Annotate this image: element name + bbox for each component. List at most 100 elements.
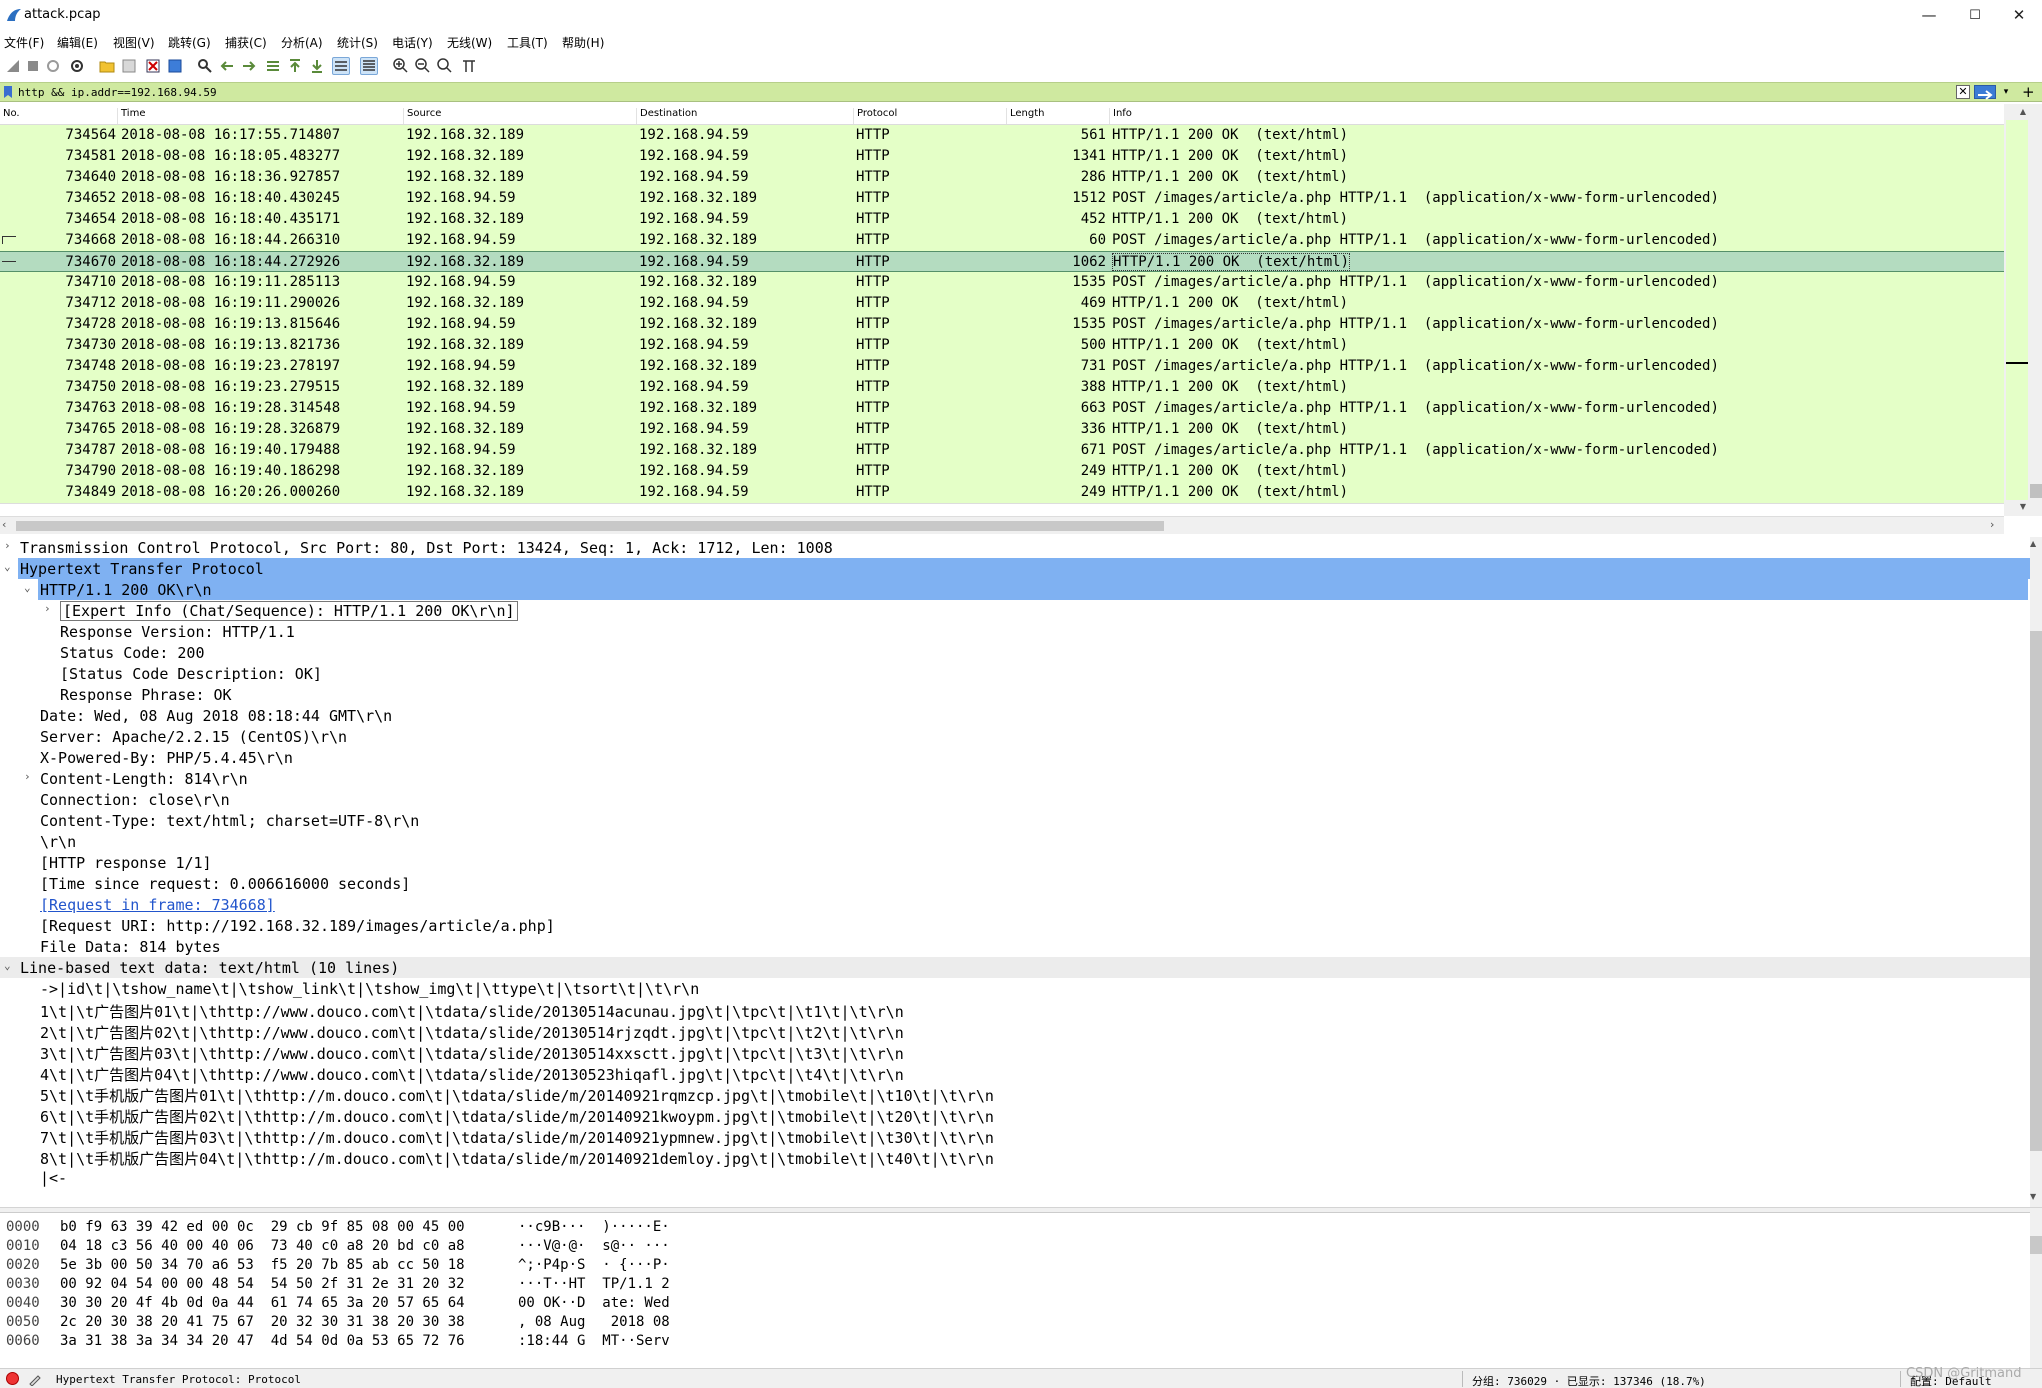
scroll-up-icon[interactable]: ▲ [2004,107,2042,117]
detail-field[interactable]: 2\t|\t广告图片02\t|\thttp://www.douco.com\t|… [0,1020,2030,1042]
packet-row[interactable]: 734581 2018-08-08 16:18:05.483277 192.168.… [0,146,2004,167]
close-file-icon[interactable] [144,57,162,75]
go-to-packet-icon[interactable] [264,57,282,75]
detail-field[interactable]: |<- [0,1167,2030,1188]
detail-field[interactable]: Server: Apache/2.2.15 (CentOS)\r\n [0,726,2030,747]
detail-field[interactable]: 6\t|\t手机版广告图片02\t|\thttp://m.douco.com\t… [0,1104,2030,1126]
column-header-protocol[interactable]: Protocol [853,108,897,124]
stop-capture-icon[interactable] [24,57,42,75]
hex-ascii[interactable]: ···V@·@· s@·· ··· [518,1238,670,1259]
menu-help[interactable]: 帮助(H) [562,34,604,51]
hex-ascii[interactable]: 00 OK··D ate: Wed [518,1295,670,1316]
filter-history-dropdown-icon[interactable]: ▾ [2000,85,2012,99]
detail-field[interactable]: [Status Code Description: OK] [0,663,2030,684]
packet-row[interactable]: 734728 2018-08-08 16:19:13.815646 192.168.… [0,314,2004,335]
hex-ascii[interactable]: :18:44 G MT··Serv [518,1333,670,1354]
normal-size-icon[interactable] [436,57,454,75]
expand-arrow-icon[interactable]: ⌄ [4,959,11,972]
hex-ascii[interactable]: ···T··HT TP/1.1 2 [518,1276,670,1297]
bytes-scroll-thumb[interactable] [2030,1236,2042,1254]
details-scroll-thumb[interactable] [2030,631,2042,1151]
detail-field[interactable]: ->|id\t|\tshow_name\t|\tshow_link\t|\tsh… [0,978,2030,999]
hex-offset[interactable]: 0050 [6,1314,40,1335]
menu-view[interactable]: 视图(V) [113,34,155,51]
hex-bytes[interactable]: 04 18 c3 56 40 00 40 06 73 40 c0 a8 20 b… [60,1238,465,1259]
scroll-left-icon[interactable]: ‹ [2,518,6,531]
detail-tree-node[interactable]: ⌄ Line-based text data: text/html (10 lin… [0,957,2030,978]
packet-row[interactable]: 734730 2018-08-08 16:19:13.821736 192.168.… [0,335,2004,356]
packet-row[interactable]: 734765 2018-08-08 16:19:28.326879 192.168.… [0,419,2004,440]
packet-row[interactable]: 734652 2018-08-08 16:18:40.430245 192.168.… [0,188,2004,209]
detail-field[interactable]: [HTTP response 1/1] [0,852,2030,873]
detail-field[interactable]: Response Phrase: OK [0,684,2030,705]
packet-minimap[interactable] [2006,120,2028,500]
first-packet-icon[interactable] [286,57,304,75]
packet-row[interactable]: 734668 2018-08-08 16:18:44.266310 192.168.… [0,230,2004,251]
hscroll-thumb[interactable] [16,521,1164,531]
menu-go[interactable]: 跳转(G) [168,34,211,51]
packet-row[interactable]: 734750 2018-08-08 16:19:23.279515 192.168.… [0,377,2004,398]
clear-filter-icon[interactable]: ✕ [1956,85,1970,99]
packet-list-hscrollbar[interactable]: ‹ › [0,516,2004,534]
start-capture-icon[interactable] [4,57,22,75]
detail-field[interactable]: Content-Type: text/html; charset=UTF-8\r… [0,810,2030,831]
detail-field[interactable]: Status Code: 200 [0,642,2030,663]
detail-field[interactable]: 4\t|\t广告图片04\t|\thttp://www.douco.com\t|… [0,1062,2030,1084]
hex-offset[interactable]: 0040 [6,1295,40,1316]
detail-field[interactable]: [Request URI: http://192.168.32.189/imag… [0,915,2030,936]
display-filter-input[interactable]: http && ip.addr==192.168.94.59 [18,86,217,99]
detail-field[interactable]: Connection: close\r\n [0,789,2030,810]
detail-field[interactable]: X-Powered-By: PHP/5.4.45\r\n [0,747,2030,768]
expert-info-icon[interactable] [6,1372,19,1385]
menu-tools[interactable]: 工具(T) [507,34,548,51]
hex-bytes[interactable]: 2c 20 30 38 20 41 75 67 20 32 30 31 38 2… [60,1314,465,1335]
find-packet-icon[interactable] [196,57,214,75]
edit-comment-icon[interactable] [28,1372,42,1386]
open-file-icon[interactable] [98,57,116,75]
detail-field[interactable]: 1\t|\t广告图片01\t|\thttp://www.douco.com\t|… [0,999,2030,1021]
detail-field[interactable]: 5\t|\t手机版广告图片01\t|\thttp://m.douco.com\t… [0,1083,2030,1105]
packet-row[interactable]: 734640 2018-08-08 16:18:36.927857 192.168.… [0,167,2004,188]
packet-row[interactable]: 734790 2018-08-08 16:19:40.186298 192.168.… [0,461,2004,482]
expand-arrow-icon[interactable]: ⌄ [24,581,31,594]
reload-file-icon[interactable] [166,57,184,75]
collapse-arrow-icon[interactable]: › [4,539,11,552]
hex-offset[interactable]: 0010 [6,1238,40,1259]
menu-edit[interactable]: 编辑(E) [57,34,98,51]
detail-tree-node[interactable]: ⌄ Hypertext Transfer Protocol [4,558,2030,579]
zoom-out-icon[interactable] [414,57,432,75]
detail-field[interactable]: Response Version: HTTP/1.1 [0,621,2030,642]
zoom-in-icon[interactable] [392,57,410,75]
detail-tree-node[interactable]: › Content-Length: 814\r\n [0,768,2030,789]
hex-ascii[interactable]: , 08 Aug 2018 08 [518,1314,670,1335]
request-frame-link[interactable]: [Request in frame: 734668] [40,896,275,914]
detail-field[interactable]: [Time since request: 0.006616000 seconds… [0,873,2030,894]
hex-bytes[interactable]: 00 92 04 54 00 00 48 54 54 50 2f 31 2e 3… [60,1276,465,1297]
packet-row[interactable]: 734564 2018-08-08 16:17:55.714807 192.168.… [0,125,2004,146]
save-file-icon[interactable] [120,57,138,75]
close-button[interactable]: ✕ [1996,0,2042,31]
column-header-no[interactable]: No. [0,108,20,124]
detail-field[interactable]: 7\t|\t手机版广告图片03\t|\thttp://m.douco.com\t… [0,1125,2030,1147]
packet-row[interactable]: 734787 2018-08-08 16:19:40.179488 192.168.… [0,440,2004,461]
packet-row[interactable]: 734710 2018-08-08 16:19:11.285113 192.168.… [0,272,2004,293]
menu-capture[interactable]: 捕获(C) [225,34,267,51]
packet-list-scrollbar[interactable]: ▲ ▼ [2004,104,2042,516]
packet-row[interactable]: 734670 2018-08-08 16:18:44.272926 192.168.… [0,251,2004,272]
packet-row[interactable]: 734654 2018-08-08 16:18:40.435171 192.168.… [0,209,2004,230]
minimize-button[interactable]: — [1906,0,1952,31]
column-header-destination[interactable]: Destination [636,108,697,124]
scroll-down-icon[interactable]: ▼ [2004,502,2042,512]
expand-arrow-icon[interactable]: ⌄ [4,560,11,573]
menu-telephony[interactable]: 电话(Y) [392,34,433,51]
hex-offset[interactable]: 0060 [6,1333,40,1354]
column-header-info[interactable]: Info [1109,108,1132,124]
colorize-icon[interactable] [360,57,378,75]
column-header-time[interactable]: Time [117,108,145,124]
capture-options-icon[interactable] [68,57,86,75]
hex-bytes[interactable]: b0 f9 63 39 42 ed 00 0c 29 cb 9f 85 08 0… [60,1219,465,1240]
packet-row[interactable]: 734748 2018-08-08 16:19:23.278197 192.168.… [0,356,2004,377]
hex-offset[interactable]: 0000 [6,1219,40,1240]
details-scrollbar[interactable]: ▲ ▼ [2030,537,2042,1207]
column-header-source[interactable]: Source [403,108,441,124]
